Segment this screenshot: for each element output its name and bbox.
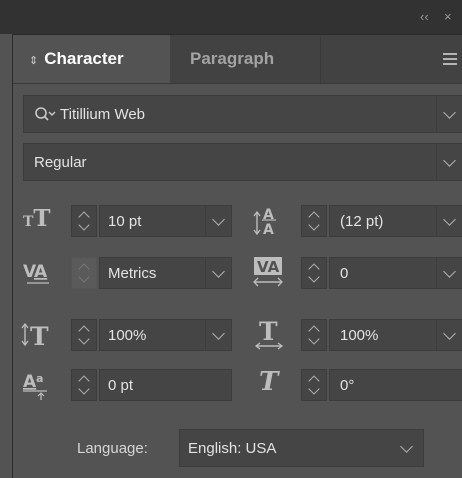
tab-paragraph-label: Paragraph	[190, 49, 275, 68]
chevron-down-icon	[443, 213, 456, 226]
tracking-dropdown[interactable]	[436, 258, 462, 288]
chevron-down-icon	[308, 219, 320, 231]
font-family-field[interactable]: Titillium Web	[23, 95, 462, 133]
vertical-scale-stepper[interactable]	[71, 319, 97, 351]
chevron-down-icon	[212, 265, 225, 278]
chevron-down-icon	[443, 265, 456, 278]
font-size-field[interactable]: 10 pt	[99, 205, 232, 237]
kerning-icon: V A	[23, 262, 49, 284]
chevron-down-icon	[78, 333, 90, 345]
vertical-scale-value: 100%	[108, 327, 147, 344]
language-label: Language:	[77, 440, 148, 457]
language-select[interactable]: English: USA	[179, 429, 424, 467]
updown-arrows-icon: ⇕	[29, 55, 39, 67]
font-family-value: Titillium Web	[60, 106, 146, 123]
language-value: English: USA	[188, 440, 277, 457]
horizontal-scale-dropdown[interactable]	[436, 320, 462, 350]
chevron-down-icon	[78, 219, 90, 231]
chevron-down-icon	[443, 154, 456, 167]
tab-character[interactable]: ⇕ Character	[13, 35, 170, 83]
skew-stepper[interactable]	[301, 369, 327, 401]
character-panel: ⇕ Character Paragraph Titillium Web Regul…	[12, 34, 462, 478]
horizontal-scale-value: 100%	[340, 327, 379, 344]
tracking-field[interactable]: 0	[329, 257, 462, 289]
horizontal-scale-stepper[interactable]	[301, 319, 327, 351]
double-chevron-left-icon[interactable]: ‹‹	[420, 9, 429, 24]
font-size-value: 10 pt	[108, 213, 142, 230]
baseline-shift-value: 0 pt	[108, 377, 134, 394]
panel-tabs: ⇕ Character Paragraph	[13, 35, 462, 84]
font-size-dropdown[interactable]	[205, 206, 231, 236]
chevron-down-icon	[443, 327, 456, 340]
svg-text:A: A	[23, 372, 37, 392]
leading-dropdown[interactable]	[436, 206, 462, 236]
chevron-down-icon	[78, 271, 90, 283]
chevron-down-icon	[212, 327, 225, 340]
tab-divider	[320, 35, 321, 83]
svg-text:T: T	[259, 317, 278, 346]
search-icon	[35, 107, 56, 121]
panel-menu-icon[interactable]	[443, 53, 457, 68]
skew-value: 0°	[340, 377, 355, 394]
svg-text:T: T	[30, 322, 49, 351]
vertical-scale-field[interactable]: 100%	[99, 319, 232, 351]
chevron-down-icon	[78, 383, 90, 395]
svg-text:A: A	[263, 207, 274, 223]
tab-paragraph[interactable]: Paragraph	[170, 35, 320, 83]
chevron-down-icon	[212, 213, 225, 226]
kerning-value: Metrics	[108, 265, 157, 282]
tracking-icon: VA	[253, 257, 283, 287]
chevron-down-icon	[400, 440, 413, 453]
panel-titlebar: ‹‹ ×	[0, 0, 462, 34]
chevron-down-icon	[308, 383, 320, 395]
tab-character-label: Character	[44, 49, 124, 68]
svg-text:A: A	[34, 262, 48, 282]
kerning-stepper[interactable]	[71, 257, 97, 289]
tracking-value: 0	[340, 265, 349, 282]
tracking-stepper[interactable]	[301, 257, 327, 289]
leading-field[interactable]: (12 pt)	[329, 205, 462, 237]
font-size-icon: TT	[23, 205, 51, 232]
skew-field[interactable]: 0°	[329, 369, 462, 401]
svg-text:A: A	[263, 222, 274, 237]
font-style-field[interactable]: Regular	[23, 143, 462, 181]
skew-icon: T	[259, 367, 279, 397]
leading-icon: A A	[253, 207, 276, 237]
svg-text:VA: VA	[257, 258, 280, 276]
baseline-shift-stepper[interactable]	[71, 369, 97, 401]
vertical-scale-icon: T	[21, 322, 49, 351]
font-style-value: Regular	[34, 154, 87, 171]
leading-value: (12 pt)	[340, 213, 384, 230]
chevron-down-icon	[308, 271, 320, 283]
svg-text:a: a	[36, 372, 43, 385]
chevron-down-icon	[308, 333, 320, 345]
font-style-dropdown[interactable]	[436, 144, 462, 180]
vertical-scale-dropdown[interactable]	[205, 320, 231, 350]
kerning-dropdown[interactable]	[205, 258, 231, 288]
font-family-dropdown[interactable]	[436, 96, 462, 132]
leading-stepper[interactable]	[301, 205, 327, 237]
close-icon[interactable]: ×	[444, 9, 452, 24]
horizontal-scale-icon: T	[254, 317, 284, 350]
horizontal-scale-field[interactable]: 100%	[329, 319, 462, 351]
kerning-field[interactable]: Metrics	[99, 257, 232, 289]
baseline-shift-icon: A a	[23, 372, 47, 400]
chevron-down-icon	[443, 106, 456, 119]
font-size-stepper[interactable]	[71, 205, 97, 237]
baseline-shift-field[interactable]: 0 pt	[99, 369, 232, 401]
